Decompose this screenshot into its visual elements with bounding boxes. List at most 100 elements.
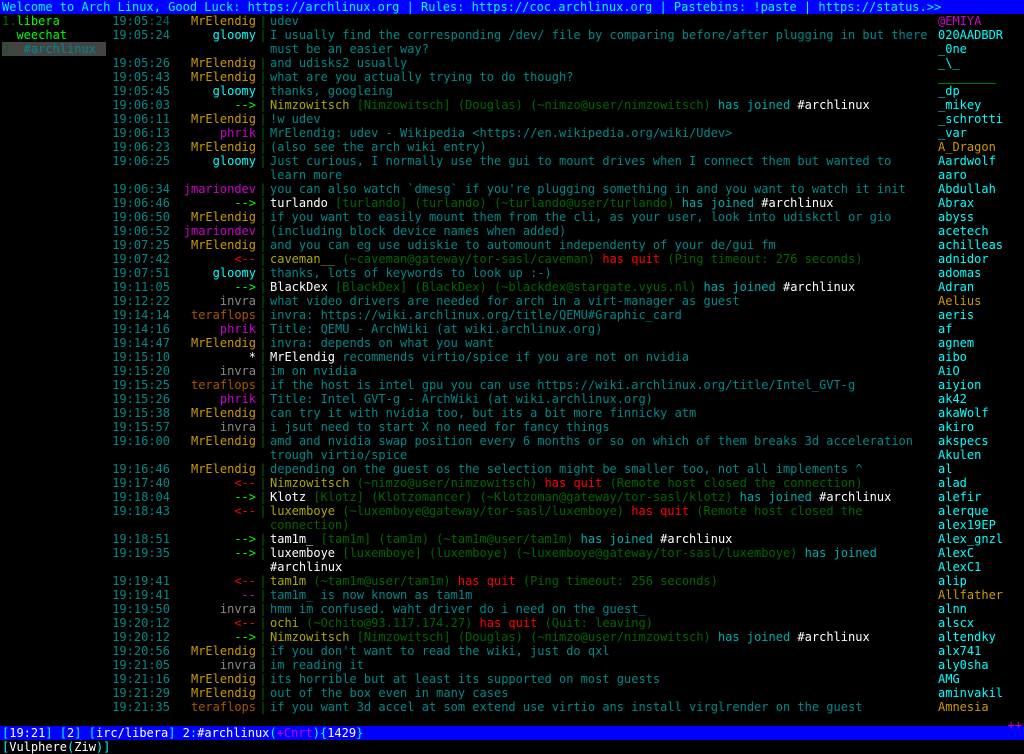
nick-item[interactable]: alx741 xyxy=(938,644,1024,658)
chat-line: 19:06:46-->|turlando [turlando] (turland… xyxy=(108,196,932,210)
nick-item[interactable]: ak42 xyxy=(938,392,1024,406)
chat-line: 19:18:43<--|luxemboye (~luxemboye@gatewa… xyxy=(108,504,932,532)
chat-line: 19:06:11MrElendig|!w udev xyxy=(108,112,932,126)
nick-item[interactable]: Adran xyxy=(938,280,1024,294)
nick-item[interactable]: ________ xyxy=(938,70,1024,84)
nick-item[interactable]: alefir xyxy=(938,490,1024,504)
chat-line: 19:21:35teraflops|if you want 3d accel a… xyxy=(108,700,932,714)
weechat-app: Welcome to Arch Linux, Good Luck: https:… xyxy=(0,0,1024,754)
chat-line: 19:05:26MrElendig|and udisks2 usually xyxy=(108,56,932,70)
message-log[interactable]: 19:05:24MrElendig|udev19:05:24gloomy|I u… xyxy=(108,14,932,726)
nick-item[interactable]: alerque xyxy=(938,504,1024,518)
nick-item[interactable]: abyss xyxy=(938,210,1024,224)
chat-line: 19:20:12<--|ochi (~Ochito@93.117.174.27)… xyxy=(108,616,932,630)
nick-item[interactable]: akspecs xyxy=(938,434,1024,448)
nick-item[interactable]: aiyion xyxy=(938,378,1024,392)
buffer-item[interactable]: 1.libera xyxy=(2,14,106,28)
nick-item[interactable]: aaro xyxy=(938,168,1024,182)
nick-item[interactable]: alscx xyxy=(938,616,1024,630)
topic-bar: Welcome to Arch Linux, Good Luck: https:… xyxy=(0,0,1024,14)
chat-line: 19:05:45gloomy|thanks, googleing xyxy=(108,84,932,98)
nick-item[interactable]: alad xyxy=(938,476,1024,490)
chat-line: 19:19:35-->|luxemboye [luxemboye] (luxem… xyxy=(108,546,932,574)
chat-line: 19:06:34jmariondev|you can also watch `d… xyxy=(108,182,932,196)
chat-line: 19:20:12-->|Nimzowitsch [Nimzowitsch] (D… xyxy=(108,630,932,644)
nick-item[interactable]: aibo xyxy=(938,350,1024,364)
chat-line: 19:15:26phrik|Title: Intel GVT-g - ArchW… xyxy=(108,392,932,406)
chat-line: 19:14:14teraflops|invra: https://wiki.ar… xyxy=(108,308,932,322)
chat-line: 19:07:51gloomy|thanks, lots of keywords … xyxy=(108,266,932,280)
chat-line: 19:15:57invra|i jsut need to start X no … xyxy=(108,420,932,434)
chat-line: 19:15:25teraflops|if the host is intel g… xyxy=(108,378,932,392)
chat-line: 19:06:52jmariondev|(including block devi… xyxy=(108,224,932,238)
chat-line: 19:07:42<--|caveman__ (~caveman@gateway/… xyxy=(108,252,932,266)
input-bar[interactable]: [Vulphere(Ziw)] xyxy=(0,740,1024,754)
nick-item[interactable]: _mikey xyxy=(938,98,1024,112)
chat-line: 19:11:05-->|BlackDex [BlackDex] (BlackDe… xyxy=(108,280,932,294)
nick-item[interactable]: akiro xyxy=(938,420,1024,434)
nick-item[interactable]: aminvakil xyxy=(938,686,1024,700)
chat-line: 19:12:22invra|what video drivers are nee… xyxy=(108,294,932,308)
chat-line: 19:06:03-->|Nimzowitsch [Nimzowitsch] (D… xyxy=(108,98,932,112)
nick-item[interactable]: AlexC xyxy=(938,546,1024,560)
nick-item[interactable]: Akulen xyxy=(938,448,1024,462)
nick-item[interactable]: akaWolf xyxy=(938,406,1024,420)
nick-item[interactable]: @EMIYA xyxy=(938,14,1024,28)
chat-line: 19:21:16MrElendig|its horrible but at le… xyxy=(108,672,932,686)
chat-line: 19:06:25gloomy|Just curious, I normally … xyxy=(108,154,932,182)
chat-line: 19:20:56MrElendig|if you don't want to r… xyxy=(108,644,932,658)
nick-item[interactable]: aly0sha xyxy=(938,658,1024,672)
nick-item[interactable]: AMG xyxy=(938,672,1024,686)
chat-line: 19:18:04-->|Klotz [Klotz] (Klotzomancer)… xyxy=(108,490,932,504)
chat-line: 19:19:41--|tam1m_ is now known as tam1m xyxy=(108,588,932,602)
nick-item[interactable]: A_Dragon xyxy=(938,140,1024,154)
chat-line: 19:21:05invra|im reading it xyxy=(108,658,932,672)
chat-line: 19:17:40<--|Nimzowitsch (~nimzo@user/nim… xyxy=(108,476,932,490)
nick-item[interactable]: _dp xyxy=(938,84,1024,98)
nick-item[interactable]: altendky xyxy=(938,630,1024,644)
chat-line: 19:15:38MrElendig|can try it with nvidia… xyxy=(108,406,932,420)
nick-item[interactable]: aeris xyxy=(938,308,1024,322)
nick-item[interactable]: Amnesia xyxy=(938,700,1024,714)
chat-line: 19:14:47MrElendig|invra: depends on what… xyxy=(108,336,932,350)
chat-line: 19:06:23MrElendig|(also see the arch wik… xyxy=(108,140,932,154)
nick-item[interactable]: alnn xyxy=(938,602,1024,616)
buffer-item[interactable]: weechat xyxy=(2,28,106,42)
nick-item[interactable]: 020AADBDR xyxy=(938,28,1024,42)
buffer-item[interactable]: 2. #archlinux xyxy=(2,42,106,56)
status-bar: [19:21] [2] [irc/libera] 2:#archlinux(+C… xyxy=(0,726,1024,740)
nick-item[interactable]: _0ne xyxy=(938,42,1024,56)
chat-line: 19:05:43MrElendig|what are you actually … xyxy=(108,70,932,84)
chat-line: 19:16:00MrElendig|amd and nvidia swap po… xyxy=(108,434,932,462)
nick-item[interactable]: acetech xyxy=(938,224,1024,238)
nick-item[interactable]: alex19EP xyxy=(938,518,1024,532)
nick-item[interactable]: Abrax xyxy=(938,196,1024,210)
nick-list[interactable]: @EMIYA020AADBDR_0ne_\__________dp_mikey_… xyxy=(932,14,1024,726)
nick-item[interactable]: _schrotti xyxy=(938,112,1024,126)
nick-item[interactable]: Aardwolf xyxy=(938,154,1024,168)
chat-line: 19:15:10*|MrElendig recommends virtio/sp… xyxy=(108,350,932,364)
nick-item[interactable]: af xyxy=(938,322,1024,336)
nick-item[interactable]: AlexC1 xyxy=(938,560,1024,574)
chat-line: 19:19:50invra|hmm im confused. waht driv… xyxy=(108,602,932,616)
chat-line: 19:21:29MrElendig|out of the box even in… xyxy=(108,686,932,700)
main-area: 1.libera weechat2. #archlinux 19:05:24Mr… xyxy=(0,14,1024,726)
nick-item[interactable]: adomas xyxy=(938,266,1024,280)
nick-item[interactable]: _var xyxy=(938,126,1024,140)
chat-line: 19:05:24gloomy|I usually find the corres… xyxy=(108,28,932,56)
nick-item[interactable]: achilleas xyxy=(938,238,1024,252)
scroll-indicator-icon: ++ xyxy=(1008,718,1022,732)
nick-item[interactable]: Alex_gnzl xyxy=(938,532,1024,546)
chat-line: 19:06:13phrik|MrElendig: udev - Wikipedi… xyxy=(108,126,932,140)
nick-item[interactable]: Abdullah xyxy=(938,182,1024,196)
nick-item[interactable]: adnidor xyxy=(938,252,1024,266)
nick-item[interactable]: _\_ xyxy=(938,56,1024,70)
chat-line: 19:05:24MrElendig|udev xyxy=(108,14,932,28)
nick-item[interactable]: Aelius xyxy=(938,294,1024,308)
nick-item[interactable]: agnem xyxy=(938,336,1024,350)
nick-item[interactable]: Allfather xyxy=(938,588,1024,602)
buffer-list[interactable]: 1.libera weechat2. #archlinux xyxy=(0,14,108,726)
nick-item[interactable]: al xyxy=(938,462,1024,476)
nick-item[interactable]: AiO xyxy=(938,364,1024,378)
nick-item[interactable]: alip xyxy=(938,574,1024,588)
